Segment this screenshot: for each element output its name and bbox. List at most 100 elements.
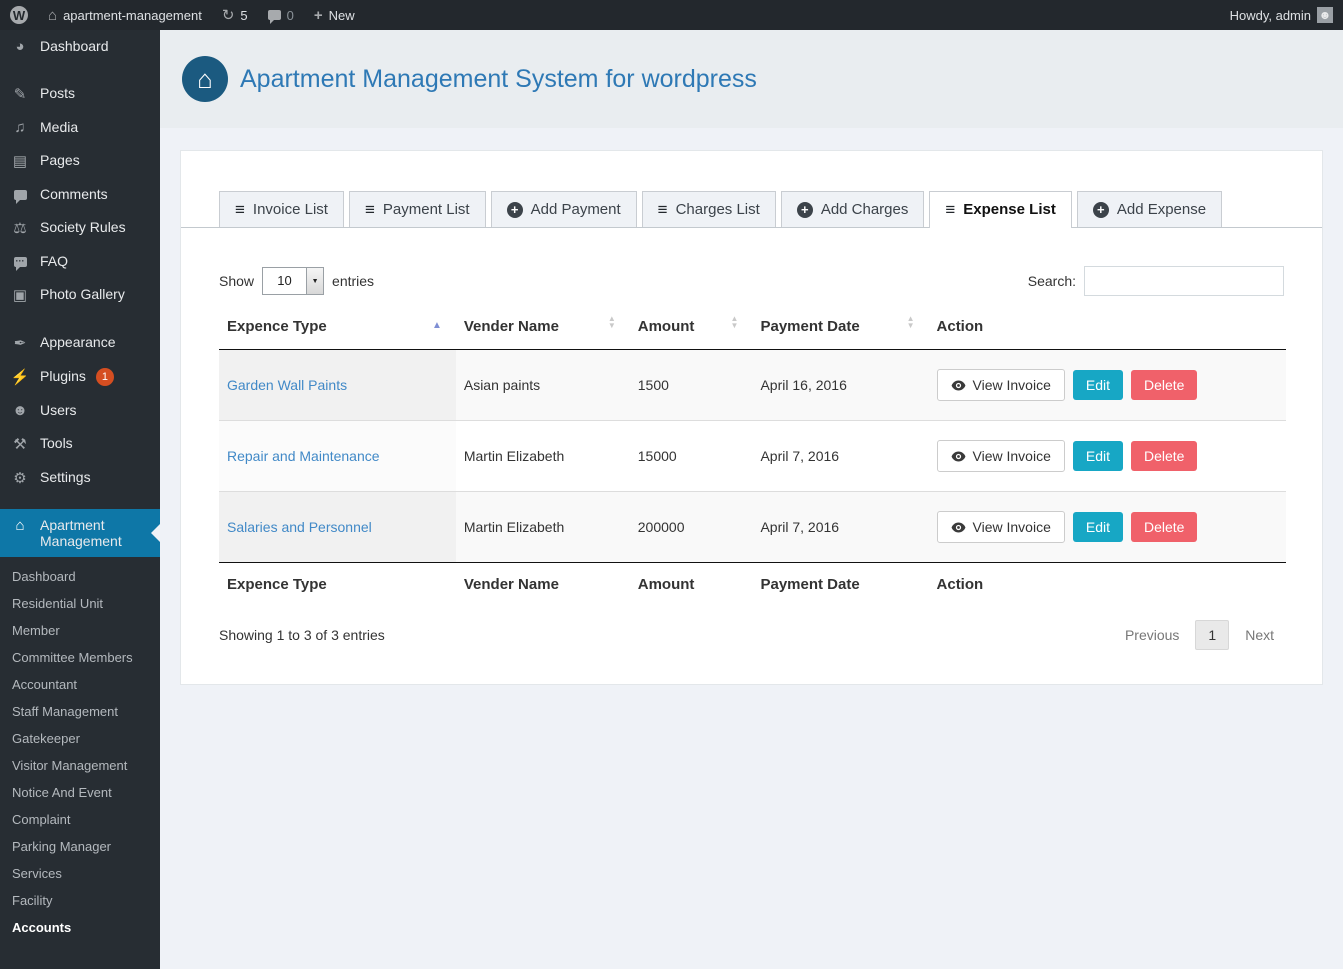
sidebar-item-photo-gallery[interactable]: ▣ Photo Gallery	[0, 278, 160, 312]
sidebar-item-label: Users	[40, 402, 77, 418]
previous-page-button[interactable]: Previous	[1115, 621, 1189, 649]
tab-label: Expense List	[963, 201, 1056, 218]
submenu-item-dashboard[interactable]: Dashboard	[0, 563, 160, 590]
view-invoice-button[interactable]: View Invoice	[936, 511, 1065, 543]
edit-button[interactable]: Edit	[1072, 370, 1123, 400]
action-cell: View Invoice Edit Delete	[929, 350, 1286, 421]
sidebar-item-dashboard[interactable]: ◕ Dashboard	[0, 30, 160, 63]
search-label: Search:	[1027, 273, 1076, 289]
column-header-vender-name[interactable]: Vender Name ▲ ▼	[455, 304, 630, 350]
comments-indicator[interactable]: 0	[258, 0, 304, 30]
tab-add-expense[interactable]: + Add Expense	[1076, 191, 1223, 227]
tab-add-charges[interactable]: + Add Charges	[780, 191, 925, 227]
submenu-item-complaint[interactable]: Complaint	[0, 806, 160, 833]
eye-icon	[951, 380, 965, 390]
sidebar-item-apartment-management[interactable]: ⌂ Apartment Management	[0, 509, 160, 557]
tab-label: Add Expense	[1116, 201, 1207, 218]
settings-icon: ⚙	[13, 470, 27, 487]
tab-label: Invoice List	[252, 201, 328, 218]
site-name-link[interactable]: ⌂ apartment-management	[38, 0, 212, 30]
view-invoice-label: View Invoice	[972, 448, 1051, 464]
delete-button[interactable]: Delete	[1130, 370, 1198, 400]
society-rules-icon: ⚖	[13, 220, 27, 237]
page-1-button[interactable]: 1	[1195, 620, 1230, 650]
tab-charges-list[interactable]: ≡ Charges List	[641, 191, 776, 227]
comment-bubble-icon	[267, 10, 281, 24]
page-size-select[interactable]: 10 ▼	[262, 267, 325, 295]
submenu-item-notice-and-event[interactable]: Notice And Event	[0, 779, 160, 806]
media-icon: ♫	[14, 119, 26, 136]
view-invoice-button[interactable]: View Invoice	[936, 440, 1065, 472]
next-page-button[interactable]: Next	[1235, 621, 1284, 649]
sidebar-item-media[interactable]: ♫ Media	[0, 111, 160, 144]
sidebar-item-posts[interactable]: ✎ Posts	[0, 77, 160, 111]
account-menu[interactable]: Howdy, admin ☻	[1220, 0, 1343, 30]
add-icon: +	[1092, 201, 1109, 218]
footer-column-expence-type: Expence Type	[219, 562, 456, 606]
wordpress-logo-icon: W	[10, 6, 28, 24]
submenu-item-facility[interactable]: Facility	[0, 887, 160, 914]
new-content-button[interactable]: + New	[304, 0, 365, 30]
wordpress-menu[interactable]: W	[0, 0, 38, 30]
expense-type-link[interactable]: Garden Wall Paints	[227, 377, 347, 393]
sidebar-item-users[interactable]: ☻ Users	[0, 394, 160, 427]
sort-ascending-icon: ▲	[431, 320, 442, 331]
comment-count: 0	[286, 7, 294, 23]
sidebar-item-faq[interactable]: ··· FAQ	[0, 245, 160, 278]
submenu-item-staff-management[interactable]: Staff Management	[0, 698, 160, 725]
pages-icon: ▤	[12, 153, 28, 170]
plus-icon: +	[313, 6, 323, 24]
edit-button[interactable]: Edit	[1072, 512, 1123, 542]
vender-name-cell: Martin Elizabeth	[455, 420, 630, 492]
sidebar-item-label: Media	[40, 119, 79, 135]
submenu-item-member[interactable]: Member	[0, 617, 160, 644]
tab-bar: ≡ Invoice List ≡ Payment List + Add Payment ≡ C…	[181, 191, 1322, 228]
submenu-item-services[interactable]: Services	[0, 860, 160, 887]
delete-button[interactable]: Delete	[1130, 512, 1198, 542]
tab-payment-list[interactable]: ≡ Payment List	[348, 191, 486, 227]
expense-type-link[interactable]: Salaries and Personnel	[227, 519, 372, 535]
sidebar-item-label: Tools	[40, 435, 73, 451]
search-input[interactable]	[1084, 266, 1284, 296]
list-icon: ≡	[657, 200, 668, 219]
payment-date-cell: April 7, 2016	[752, 420, 929, 492]
expense-type-link[interactable]: Repair and Maintenance	[227, 448, 380, 464]
edit-button[interactable]: Edit	[1072, 441, 1123, 471]
howdy-text: Howdy, admin	[1229, 7, 1311, 23]
tab-label: Add Payment	[530, 201, 621, 218]
new-label: New	[328, 7, 355, 23]
avatar: ☻	[1317, 7, 1333, 23]
sidebar-item-tools[interactable]: ⚒ Tools	[0, 427, 160, 461]
tab-expense-list[interactable]: ≡ Expense List	[929, 191, 1072, 228]
submenu-item-visitor-management[interactable]: Visitor Management	[0, 752, 160, 779]
sidebar-item-appearance[interactable]: ✒ Appearance	[0, 326, 160, 360]
sidebar-item-settings[interactable]: ⚙ Settings	[0, 461, 160, 495]
submenu-item-committee-members[interactable]: Committee Members	[0, 644, 160, 671]
submenu-item-residential-unit[interactable]: Residential Unit	[0, 590, 160, 617]
submenu-item-accounts[interactable]: Accounts	[0, 914, 160, 941]
home-icon: ⌂	[48, 6, 58, 24]
view-invoice-button[interactable]: View Invoice	[936, 369, 1065, 401]
sidebar-item-pages[interactable]: ▤ Pages	[0, 144, 160, 178]
updates-indicator[interactable]: ↻ 5	[212, 0, 258, 30]
column-header-payment-date[interactable]: Payment Date ▲ ▼	[752, 304, 929, 350]
admin-sidebar: ◕ Dashboard ✎ Posts ♫ Media ▤ Pages Comments ⚖ Soc…	[0, 30, 160, 969]
sidebar-item-comments[interactable]: Comments	[0, 178, 160, 211]
table-row: Garden Wall Paints Asian paints 1500 April …	[219, 349, 1286, 421]
submenu-item-gatekeeper[interactable]: Gatekeeper	[0, 725, 160, 752]
column-header-amount[interactable]: Amount ▲ ▼	[629, 304, 753, 350]
tab-invoice-list[interactable]: ≡ Invoice List	[219, 191, 344, 227]
sidebar-item-label: FAQ	[40, 253, 69, 269]
delete-button[interactable]: Delete	[1130, 441, 1198, 471]
sidebar-item-label: Society Rules	[40, 219, 126, 235]
tab-add-payment[interactable]: + Add Payment	[490, 191, 637, 227]
plugins-icon: ⚡	[10, 369, 30, 386]
column-header-expence-type[interactable]: Expence Type ▲	[219, 304, 456, 350]
sidebar-item-society-rules[interactable]: ⚖ Society Rules	[0, 211, 160, 245]
action-cell: View Invoice Edit Delete	[928, 491, 1286, 563]
submenu-item-parking-manager[interactable]: Parking Manager	[0, 833, 160, 860]
submenu-item-accountant[interactable]: Accountant	[0, 671, 160, 698]
sidebar-item-plugins[interactable]: ⚡ Plugins 1	[0, 360, 160, 394]
site-name: apartment-management	[63, 7, 202, 23]
add-icon: +	[796, 201, 813, 218]
